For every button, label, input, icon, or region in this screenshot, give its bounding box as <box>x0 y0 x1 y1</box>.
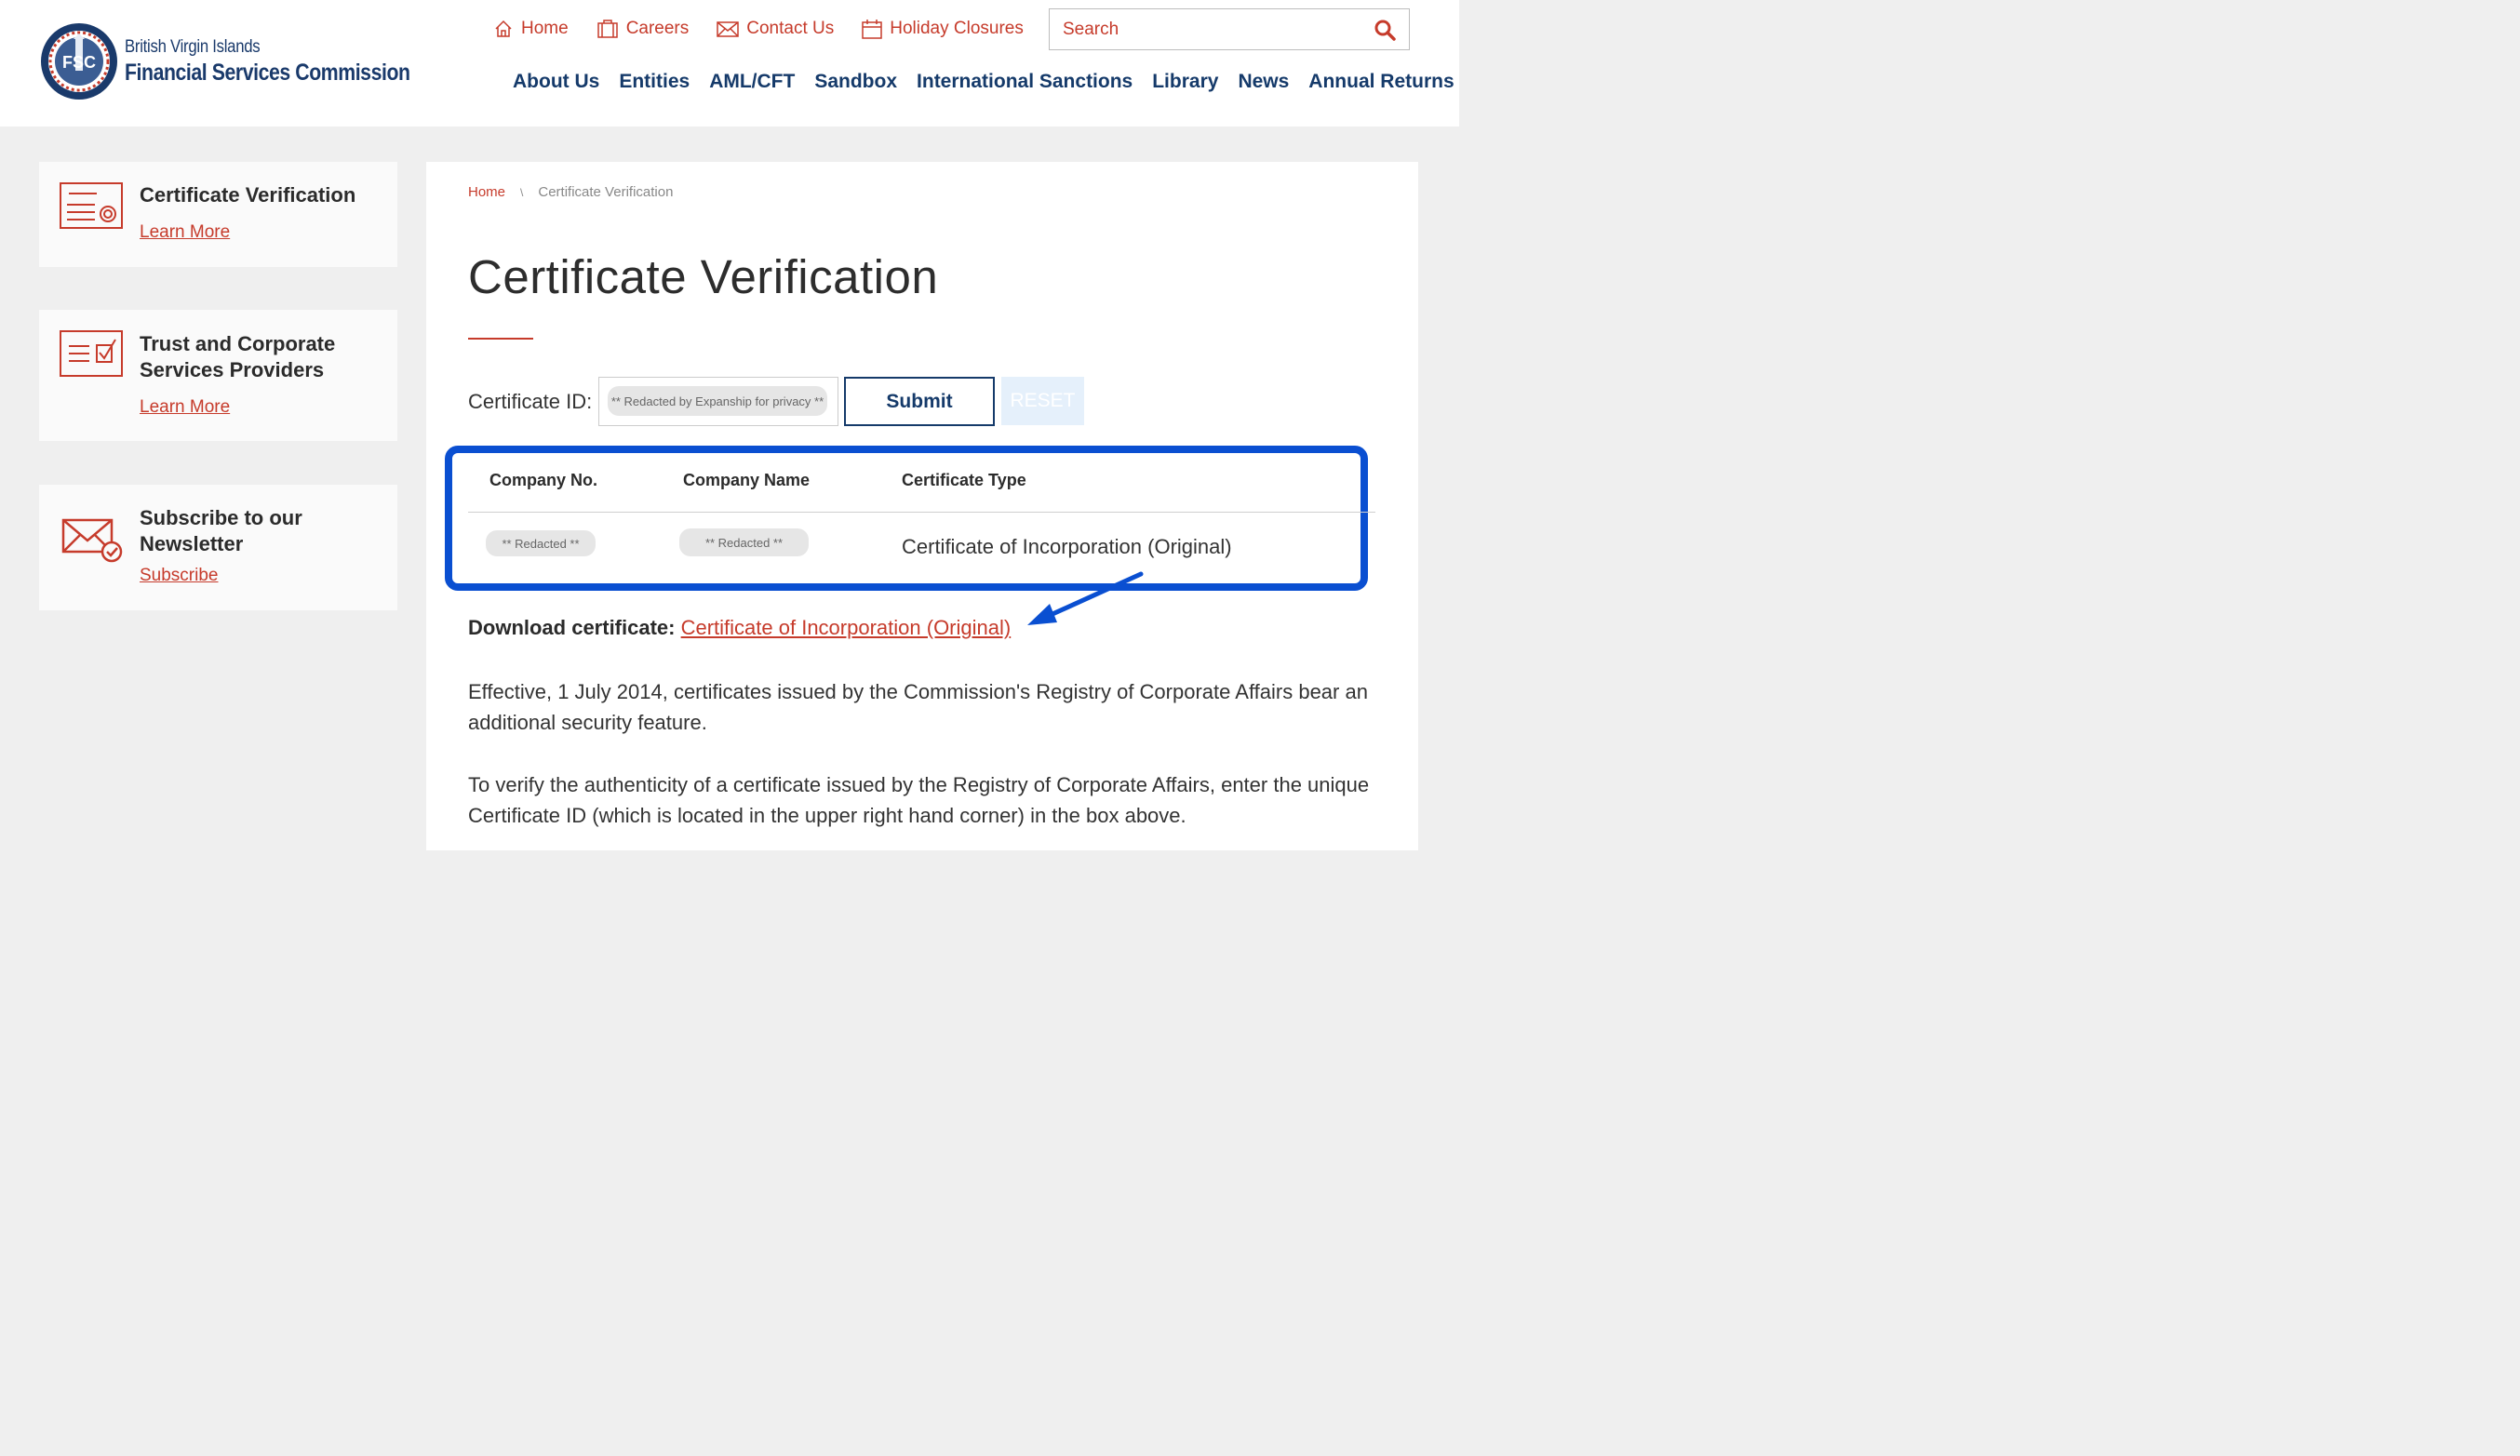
header-company-name: Company Name <box>683 471 811 489</box>
nav-about-us[interactable]: About Us <box>513 71 599 93</box>
logo-badge: FSC <box>62 53 96 72</box>
util-home-link[interactable]: Home <box>493 19 569 39</box>
certificate-type-value: Certificate of Incorporation (Original) <box>902 535 1232 558</box>
table-row-divider <box>468 512 1375 513</box>
submit-button[interactable]: Submit <box>844 377 995 426</box>
nav-library[interactable]: Library <box>1152 71 1218 93</box>
mail-check-icon <box>61 518 123 563</box>
certificate-id-input[interactable]: ** Redacted by Expanship for privacy ** <box>598 377 838 426</box>
results-highlight-frame <box>445 446 1368 591</box>
nav-entities[interactable]: Entities <box>619 71 690 93</box>
nav-news[interactable]: News <box>1238 71 1289 93</box>
breadcrumb: Home \ Certificate Verification <box>468 184 673 200</box>
main-nav: About Us Entities AML/CFT Sandbox Intern… <box>513 71 1454 93</box>
sidebar-card-certificate: Certificate Verification Learn More <box>39 162 397 267</box>
card-link-tcsp[interactable]: Learn More <box>140 397 230 418</box>
card-title-certificate: Certificate Verification <box>140 183 356 207</box>
util-careers-link[interactable]: Careers <box>596 19 690 39</box>
redacted-company-name: ** Redacted ** <box>679 528 809 556</box>
breadcrumb-separator: \ <box>520 185 524 199</box>
download-certificate-row: Download certificate: Certificate of Inc… <box>468 616 1011 640</box>
search-icon[interactable] <box>1374 19 1396 41</box>
calendar-icon <box>862 20 882 39</box>
search-box <box>1049 8 1410 50</box>
download-certificate-link[interactable]: Certificate of Incorporation (Original) <box>681 616 1012 639</box>
download-label: Download certificate: <box>468 616 676 639</box>
page-title: Certificate Verification <box>468 250 939 303</box>
util-home-label: Home <box>521 19 569 38</box>
util-careers-label: Careers <box>625 19 690 38</box>
nav-international-sanctions[interactable]: International Sanctions <box>917 71 1133 93</box>
home-icon <box>495 20 512 37</box>
util-contact-link[interactable]: Contact Us <box>717 19 834 39</box>
briefcase-icon <box>596 20 618 38</box>
certificate-id-label: Certificate ID: <box>468 390 593 413</box>
checklist-icon <box>60 330 123 377</box>
breadcrumb-current: Certificate Verification <box>538 184 674 200</box>
card-title-tcsp: Trust and Corporate Services Providers <box>140 332 336 381</box>
annotation-arrow <box>1027 571 1144 625</box>
redacted-certificate-id: ** Redacted by Expanship for privacy ** <box>608 386 827 416</box>
security-feature-paragraph: Effective, 1 July 2014, certificates iss… <box>468 680 1368 734</box>
verify-instructions-paragraph: To verify the authenticity of a certific… <box>468 773 1370 827</box>
fsc-logo[interactable]: FSC <box>40 22 118 100</box>
card-title-newsletter: Subscribe to our Newsletter <box>140 506 302 555</box>
util-contact-label: Contact Us <box>746 19 835 38</box>
header-company-no: Company No. <box>489 471 598 489</box>
envelope-icon <box>717 21 740 37</box>
util-holiday-label: Holiday Closures <box>890 19 1024 38</box>
reset-button[interactable]: RESET <box>1001 377 1084 425</box>
header-certificate-type: Certificate Type <box>902 471 1026 489</box>
sidebar-card-tcsp: Trust and Corporate Services Providers L… <box>39 310 397 441</box>
search-input[interactable] <box>1050 9 1366 49</box>
nav-annual-returns[interactable]: Annual Returns <box>1308 71 1454 93</box>
card-link-newsletter[interactable]: Subscribe <box>140 566 219 586</box>
main-content: Home \ Certificate Verification Certific… <box>426 162 1418 850</box>
utility-nav: Home Careers Contact Us Holiday Closures <box>493 19 1052 39</box>
nav-sandbox[interactable]: Sandbox <box>814 71 897 93</box>
logo-line2: Financial Services Commission <box>125 60 410 86</box>
certificate-icon <box>60 182 123 229</box>
nav-aml-cft[interactable]: AML/CFT <box>709 71 795 93</box>
redacted-company-no: ** Redacted ** <box>486 530 596 556</box>
title-underline <box>468 338 533 340</box>
breadcrumb-home[interactable]: Home <box>468 184 505 200</box>
card-link-certificate[interactable]: Learn More <box>140 222 230 243</box>
sidebar-card-newsletter: Subscribe to our Newsletter Subscribe <box>39 485 397 610</box>
logo-text[interactable]: British Virgin Islands Financial Service… <box>125 37 461 87</box>
util-holiday-link[interactable]: Holiday Closures <box>862 19 1024 39</box>
site-header: FSC British Virgin Islands Financial Ser… <box>0 0 1459 127</box>
logo-line1: British Virgin Islands <box>125 37 261 57</box>
